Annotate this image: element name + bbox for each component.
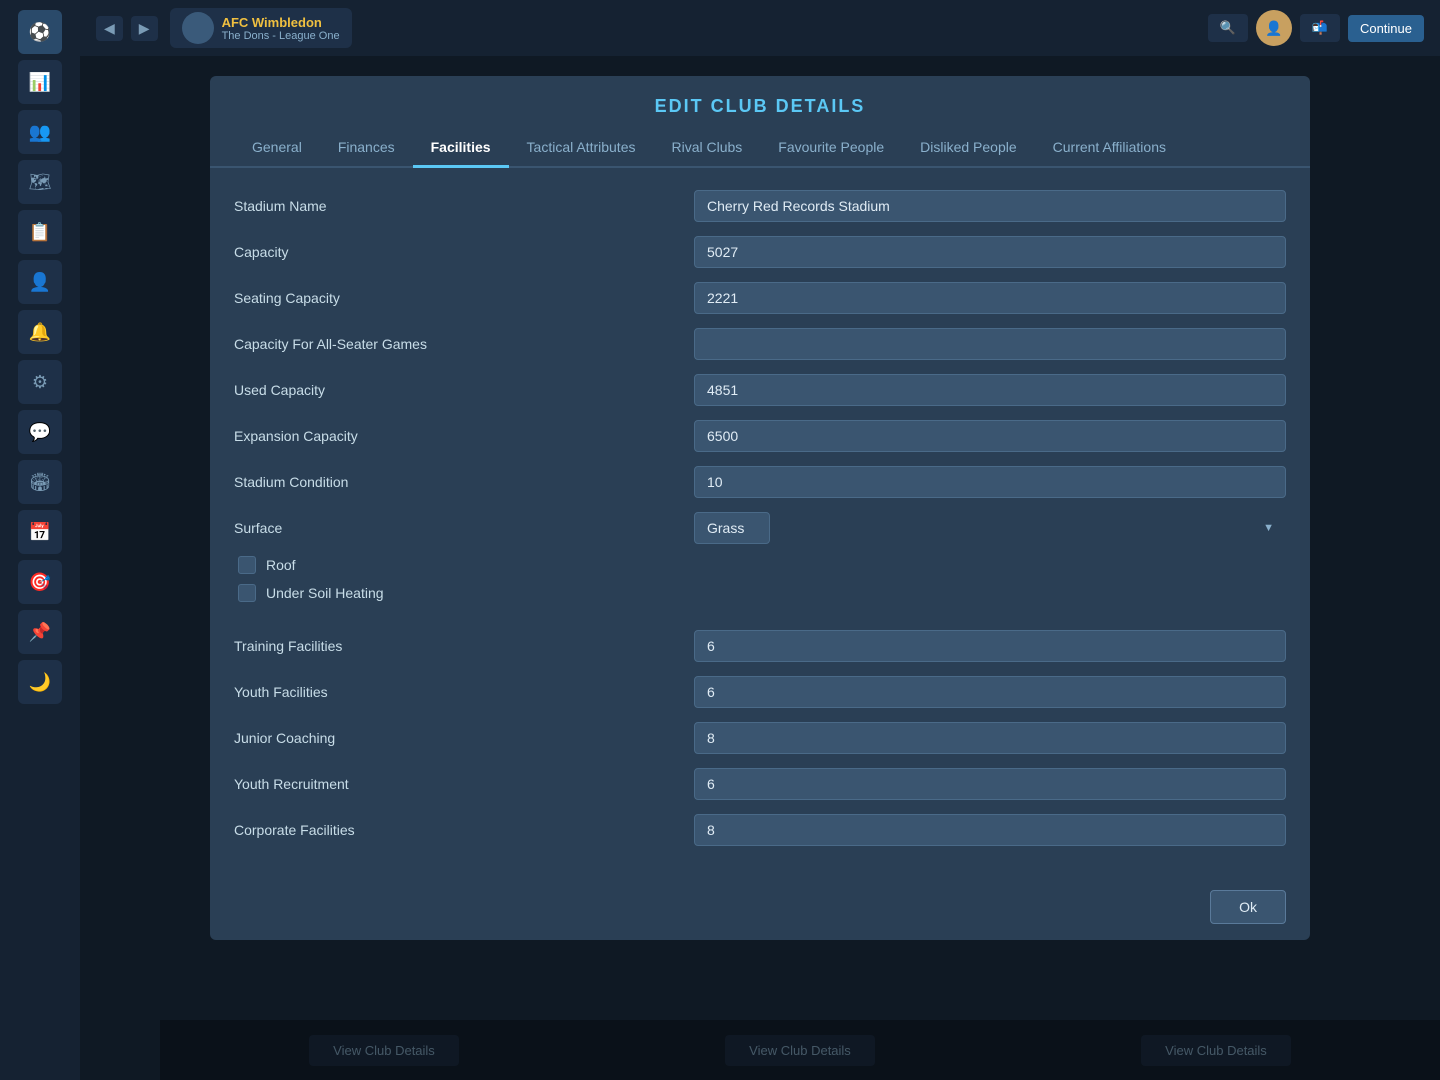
seating-capacity-row: Seating Capacity (234, 280, 1286, 316)
stadium-condition-input[interactable] (694, 466, 1286, 498)
expansion-capacity-label: Expansion Capacity (234, 428, 694, 444)
forward-button[interactable]: ▶ (131, 16, 158, 41)
modal-title: EDIT CLUB DETAILS (234, 96, 1286, 117)
undersoil-checkbox[interactable] (238, 584, 256, 602)
sidebar-icon-tactics[interactable]: 🗺 (18, 160, 62, 204)
sidebar-icon-profile[interactable]: 👤 (18, 260, 62, 304)
youth-recruitment-label: Youth Recruitment (234, 776, 694, 792)
tab-general[interactable]: General (234, 129, 320, 168)
corporate-facilities-input[interactable] (694, 814, 1286, 846)
youth-facilities-input[interactable] (694, 676, 1286, 708)
modal-header: EDIT CLUB DETAILS (210, 76, 1310, 129)
youth-recruitment-row: Youth Recruitment (234, 766, 1286, 802)
tab-bar: General Finances Facilities Tactical Att… (210, 129, 1310, 168)
training-facilities-label: Training Facilities (234, 638, 694, 654)
surface-row: Surface Grass Artificial Hybrid (234, 510, 1286, 546)
training-facilities-input[interactable] (694, 630, 1286, 662)
sidebar-icon-stadium[interactable]: 🏟 (18, 460, 62, 504)
sidebar-icon-settings[interactable]: ⚙ (18, 360, 62, 404)
used-capacity-input[interactable] (694, 374, 1286, 406)
continue-button[interactable]: Continue (1348, 15, 1424, 42)
tab-rival[interactable]: Rival Clubs (653, 129, 760, 168)
junior-coaching-input[interactable] (694, 722, 1286, 754)
back-button[interactable]: ◀ (96, 16, 123, 41)
sidebar-icon-squad[interactable]: 👥 (18, 110, 62, 154)
surface-select-wrapper: Grass Artificial Hybrid (694, 512, 1286, 544)
stadium-name-label: Stadium Name (234, 198, 694, 214)
surface-label: Surface (234, 520, 694, 536)
training-facilities-row: Training Facilities (234, 628, 1286, 664)
sidebar-icon-home[interactable]: ⚽ (18, 10, 62, 54)
roof-row: Roof (234, 556, 1286, 574)
sidebar-icon-chat[interactable]: 💬 (18, 410, 62, 454)
roof-checkbox[interactable] (238, 556, 256, 574)
club-badge (182, 12, 214, 44)
undersoil-label: Under Soil Heating (266, 585, 384, 601)
club-name: AFC Wimbledon (222, 15, 340, 30)
expansion-capacity-input[interactable] (694, 420, 1286, 452)
sidebar-icon-notifications[interactable]: 🔔 (18, 310, 62, 354)
sidebar-icon-schedule[interactable]: 📋 (18, 210, 62, 254)
sidebar-icon-stats[interactable]: 📊 (18, 60, 62, 104)
edit-club-modal: EDIT CLUB DETAILS General Finances Facil… (210, 76, 1310, 940)
ok-button[interactable]: Ok (1210, 890, 1286, 924)
modal-footer: Ok (210, 878, 1310, 940)
undersoil-row: Under Soil Heating (234, 584, 1286, 602)
capacity-label: Capacity (234, 244, 694, 260)
tab-favourite[interactable]: Favourite People (760, 129, 902, 168)
used-capacity-label: Used Capacity (234, 382, 694, 398)
stadium-name-row: Stadium Name (234, 188, 1286, 224)
expansion-capacity-row: Expansion Capacity (234, 418, 1286, 454)
youth-recruitment-input[interactable] (694, 768, 1286, 800)
surface-select[interactable]: Grass Artificial Hybrid (694, 512, 770, 544)
inbox-button[interactable]: 📬 (1300, 14, 1340, 42)
sidebar-icon-target[interactable]: 🎯 (18, 560, 62, 604)
user-avatar[interactable]: 👤 (1256, 10, 1292, 46)
tab-facilities[interactable]: Facilities (413, 129, 509, 168)
sidebar-icon-calendar[interactable]: 📅 (18, 510, 62, 554)
search-button[interactable]: 🔍 (1208, 14, 1248, 42)
capacity-allseater-input[interactable] (694, 328, 1286, 360)
club-subtitle: The Dons - League One (222, 30, 340, 42)
capacity-allseater-label: Capacity For All-Seater Games (234, 336, 694, 352)
sidebar: ⚽ 📊 👥 🗺 📋 👤 🔔 ⚙ 💬 🏟 📅 🎯 📌 🌙 (0, 0, 80, 1080)
tab-tactical[interactable]: Tactical Attributes (509, 129, 654, 168)
seating-capacity-input[interactable] (694, 282, 1286, 314)
modal-overlay: EDIT CLUB DETAILS General Finances Facil… (80, 56, 1440, 1080)
main-content: EDIT CLUB DETAILS General Finances Facil… (80, 56, 1440, 1080)
capacity-input[interactable] (694, 236, 1286, 268)
youth-facilities-row: Youth Facilities (234, 674, 1286, 710)
stadium-condition-label: Stadium Condition (234, 474, 694, 490)
sidebar-icon-pin[interactable]: 📌 (18, 610, 62, 654)
junior-coaching-label: Junior Coaching (234, 730, 694, 746)
corporate-facilities-label: Corporate Facilities (234, 822, 694, 838)
capacity-row: Capacity (234, 234, 1286, 270)
modal-body: Stadium Name Capacity Seating Capacity C… (210, 168, 1310, 878)
corporate-facilities-row: Corporate Facilities (234, 812, 1286, 848)
tab-finances[interactable]: Finances (320, 129, 413, 168)
topbar: ◀ ▶ AFC Wimbledon The Dons - League One … (80, 0, 1440, 56)
roof-label: Roof (266, 557, 296, 573)
club-info[interactable]: AFC Wimbledon The Dons - League One (170, 8, 352, 48)
stadium-condition-row: Stadium Condition (234, 464, 1286, 500)
youth-facilities-label: Youth Facilities (234, 684, 694, 700)
used-capacity-row: Used Capacity (234, 372, 1286, 408)
sidebar-icon-night[interactable]: 🌙 (18, 660, 62, 704)
stadium-name-input[interactable] (694, 190, 1286, 222)
tab-affiliations[interactable]: Current Affiliations (1035, 129, 1184, 168)
seating-capacity-label: Seating Capacity (234, 290, 694, 306)
capacity-allseater-row: Capacity For All-Seater Games (234, 326, 1286, 362)
junior-coaching-row: Junior Coaching (234, 720, 1286, 756)
tab-disliked[interactable]: Disliked People (902, 129, 1035, 168)
